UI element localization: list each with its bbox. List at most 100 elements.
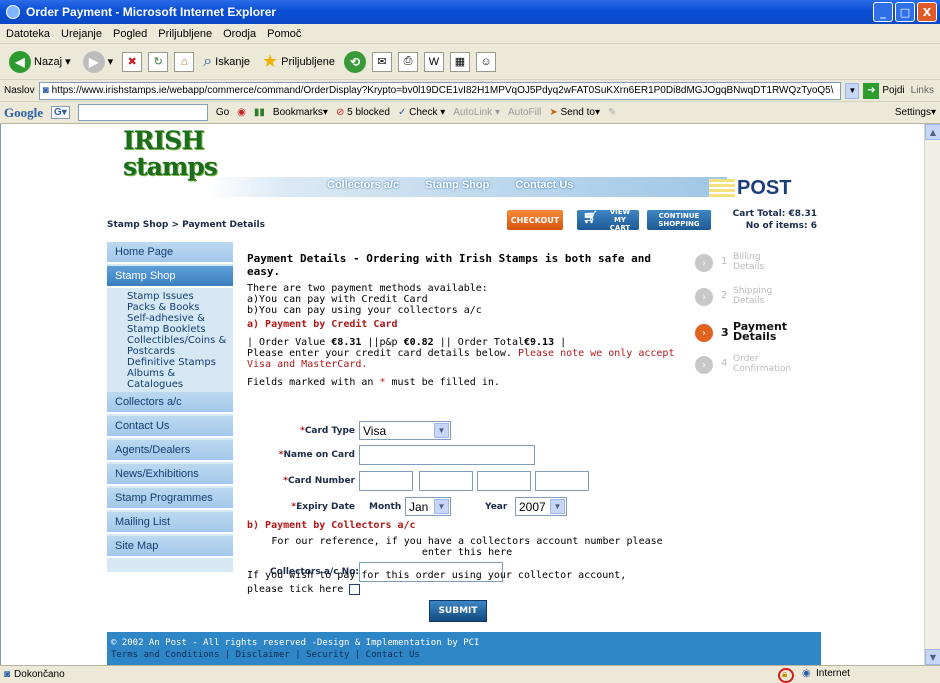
browser-toolbar: ◀ Nazaj ▾ ▶ ▾ ✖ ↻ ⌂ ⌕ Iskanje ★ Priljublje…: [0, 44, 940, 80]
menu-file[interactable]: Datoteka: [6, 28, 50, 40]
sidebar-sub-postcards[interactable]: Postcards: [127, 346, 175, 357]
links-button[interactable]: Links: [911, 85, 934, 96]
sidebar-item-programmes[interactable]: Stamp Programmes: [107, 488, 233, 510]
sidebar-sub-self-adhesive[interactable]: Self-adhesive &: [127, 313, 205, 324]
top-nav: Collectors a/c Stamp Shop Contact Us: [327, 179, 573, 191]
minimize-button[interactable]: _: [873, 2, 893, 22]
menu-view[interactable]: Pogled: [113, 28, 147, 40]
sidebar-item-mailing-list[interactable]: Mailing List: [107, 512, 233, 534]
menu-tools[interactable]: Orodja: [223, 28, 256, 40]
menu-help[interactable]: Pomoč: [267, 28, 301, 40]
sidebar-item-agents[interactable]: Agents/Dealers: [107, 440, 233, 462]
nav-stamp-shop[interactable]: Stamp Shop: [425, 179, 489, 191]
web-page: IRISH stamps Collectors a/c Stamp Shop C…: [107, 124, 821, 665]
sidebar-item-collectors[interactable]: Collectors a/c: [107, 392, 233, 414]
spellcheck-button[interactable]: ✓ Check ▾: [398, 107, 445, 118]
star-icon: ★: [262, 51, 279, 71]
news-icon[interactable]: ◉: [237, 107, 246, 118]
order-summary: | Order Value €8.31 ||p&p €0.82 || Order…: [247, 337, 567, 348]
collector-checkbox[interactable]: [349, 583, 361, 595]
year-select[interactable]: 2007 ▼: [515, 497, 567, 516]
sidebar-item-news[interactable]: News/Exhibitions: [107, 464, 233, 486]
sidebar-sub-collectibles[interactable]: Collectibles/Coins &: [127, 335, 226, 346]
lock-icon[interactable]: 🔒︎: [782, 669, 787, 680]
google-menu-icon[interactable]: G▾: [51, 106, 70, 119]
menu-edit[interactable]: Urejanje: [61, 28, 102, 40]
sidebar-sub-albums[interactable]: Albums &: [127, 368, 175, 379]
window-titlebar: Order Payment - Microsoft Internet Explo…: [0, 0, 940, 24]
sidebar-sub-packs[interactable]: Packs & Books: [127, 302, 199, 313]
close-button[interactable]: X: [917, 2, 937, 22]
pagerank-icon[interactable]: ▮▮: [254, 107, 265, 118]
menu-favorites[interactable]: Priljubljene: [158, 28, 212, 40]
sidebar-sub-booklets[interactable]: Stamp Booklets: [127, 324, 206, 335]
irish-stamps-logo[interactable]: IRISH stamps: [123, 128, 218, 190]
google-logo[interactable]: Google: [4, 105, 43, 121]
edit-icon[interactable]: W: [423, 51, 444, 72]
card-number-input-4[interactable]: [535, 471, 589, 491]
favorites-label: Priljubljene: [281, 55, 335, 68]
scroll-up-icon[interactable]: ▲: [925, 124, 940, 140]
card-number-input-1[interactable]: [359, 471, 413, 491]
print-icon[interactable]: ⎙: [397, 51, 418, 72]
continue-shopping-button[interactable]: CONTINUE SHOPPING: [647, 210, 711, 230]
forward-button[interactable]: ▶ ▾: [80, 48, 117, 76]
card-type-select[interactable]: Visa ▼: [359, 421, 451, 440]
nav-collectors[interactable]: Collectors a/c: [327, 179, 399, 191]
sidebar-sub-definitive[interactable]: Definitive Stamps: [127, 357, 216, 368]
sidebar-item-stamp-shop[interactable]: Stamp Shop: [107, 266, 233, 288]
checkout-button[interactable]: CHECKOUT: [507, 210, 563, 230]
highlight-icon[interactable]: ✎: [608, 107, 616, 118]
back-button[interactable]: ◀ Nazaj ▾: [6, 48, 74, 76]
arrow-icon: ›: [695, 324, 713, 342]
sidebar-sub-stamp-issues[interactable]: Stamp Issues: [127, 291, 194, 302]
search-button[interactable]: ⌕ Iskanje: [200, 48, 253, 76]
vertical-scrollbar[interactable]: ▲ ▼: [924, 124, 940, 665]
settings-button[interactable]: Settings▾: [895, 107, 936, 118]
google-go-button[interactable]: Go: [216, 107, 229, 118]
bookmarks-button[interactable]: Bookmarks▾: [273, 107, 328, 118]
cart-summary: Cart Total: €8.31 No of items: 6: [725, 208, 817, 232]
view-cart-button[interactable]: 🛒︎ VIEW MY CART: [577, 208, 639, 232]
favorites-button[interactable]: ★ Priljubljene: [259, 48, 338, 76]
name-on-card-input[interactable]: [359, 445, 535, 465]
sidebar-item-home[interactable]: Home Page: [107, 242, 233, 264]
popup-blocker[interactable]: ⊘ 5 blocked: [336, 107, 390, 118]
card-number-input-2[interactable]: [419, 471, 473, 491]
google-search-input[interactable]: [77, 104, 208, 121]
maximize-button[interactable]: □: [895, 2, 915, 22]
back-arrow-icon: ◀: [9, 50, 31, 73]
nav-contact[interactable]: Contact Us: [515, 179, 573, 191]
sidebar-item-contact[interactable]: Contact Us: [107, 416, 233, 438]
site-footer: © 2002 An Post - All rights reserved -De…: [107, 632, 821, 665]
sidebar-item-site-map[interactable]: Site Map: [107, 536, 233, 558]
month-label: Month: [369, 502, 402, 512]
month-select[interactable]: Jan ▼: [405, 497, 451, 516]
refresh-icon[interactable]: ↻: [148, 51, 169, 72]
chevron-down-icon: ▼: [434, 499, 449, 514]
card-number-input-3[interactable]: [477, 471, 531, 491]
submit-button[interactable]: SUBMIT: [429, 600, 487, 622]
menu-bar: Datoteka Urejanje Pogled Priljubljene Or…: [0, 24, 940, 44]
autolink-button[interactable]: AutoLink ▾: [453, 107, 500, 118]
go-button[interactable]: ➜ Pojdi: [863, 82, 905, 99]
done-icon: ◙: [4, 669, 11, 680]
go-label: Pojdi: [882, 85, 905, 96]
messenger-icon[interactable]: ☺: [475, 51, 496, 72]
name-on-card-label: *Name on Card: [278, 450, 355, 460]
sidebar-sub-catalogues[interactable]: Catalogues: [127, 379, 183, 390]
history-icon[interactable]: ⟲: [343, 50, 366, 73]
address-dropdown-icon[interactable]: ▼: [845, 82, 860, 99]
go-arrow-icon: ➜: [863, 82, 880, 99]
required-note: Fields marked with an * must be filled i…: [247, 377, 500, 388]
home-icon[interactable]: ⌂: [174, 51, 195, 72]
address-bar: Naslov ◙ https://www.irishstamps.ie/weba…: [0, 80, 940, 102]
mail-icon[interactable]: ✉: [371, 51, 392, 72]
scroll-down-icon[interactable]: ▼: [925, 649, 940, 665]
footer-links[interactable]: Terms and Conditions | Disclaimer | Secu…: [111, 649, 821, 661]
discuss-icon[interactable]: ▦: [449, 51, 470, 72]
autofill-button[interactable]: AutoFill: [508, 107, 541, 118]
stop-icon[interactable]: ✖: [122, 51, 143, 72]
address-input[interactable]: ◙ https://www.irishstamps.ie/webapp/comm…: [38, 81, 842, 100]
sendto-button[interactable]: ➤ Send to▾: [549, 107, 600, 118]
